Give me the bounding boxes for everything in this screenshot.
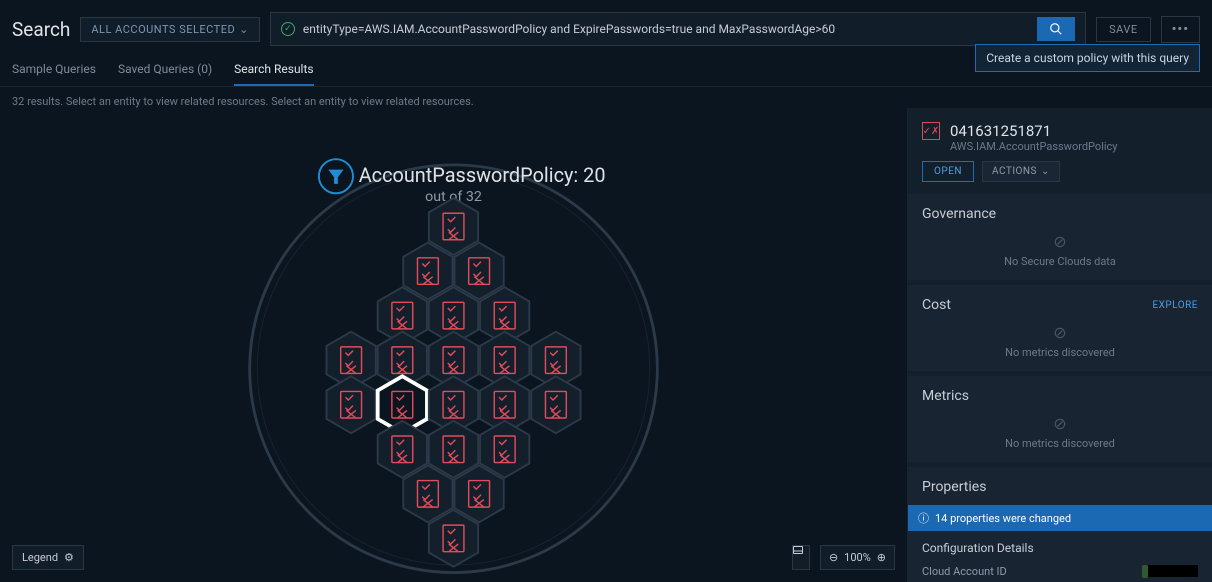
zoom-out-icon[interactable]: ⊖ bbox=[829, 551, 838, 564]
zoom-level: 100% bbox=[844, 551, 871, 564]
changes-banner: ⓘ 14 properties were changed bbox=[908, 505, 1212, 531]
banner-text: 14 properties were changed bbox=[935, 512, 1071, 525]
legend-label: Legend bbox=[22, 551, 58, 564]
legend-button[interactable]: Legend ⚙ bbox=[12, 545, 84, 570]
actions-label: ACTIONS bbox=[992, 166, 1037, 177]
config-section-label: Configuration Details bbox=[922, 541, 1198, 555]
metrics-panel: Metrics ⊘ No metrics discovered bbox=[908, 376, 1212, 462]
search-button[interactable] bbox=[1037, 17, 1075, 41]
tab-saved-queries[interactable]: Saved Queries (0) bbox=[118, 54, 212, 86]
tab-sample-queries[interactable]: Sample Queries bbox=[12, 54, 96, 86]
properties-title: Properties bbox=[922, 479, 1198, 495]
save-button[interactable]: SAVE bbox=[1096, 17, 1151, 42]
chevron-down-icon: ⌄ bbox=[239, 23, 249, 36]
governance-panel: Governance ⊘ No Secure Clouds data bbox=[908, 194, 1212, 280]
cost-empty: No metrics discovered bbox=[922, 346, 1198, 359]
more-button[interactable]: ••• bbox=[1161, 16, 1200, 43]
properties-panel: Properties ⓘ 14 properties were changed … bbox=[908, 467, 1212, 582]
detail-panel: ✓✗ 041631251871 AWS.IAM.AccountPasswordP… bbox=[907, 108, 1212, 582]
metrics-title: Metrics bbox=[922, 388, 1198, 404]
page-title: Search bbox=[12, 18, 70, 41]
empty-icon: ⊘ bbox=[922, 323, 1198, 342]
metrics-empty: No metrics discovered bbox=[922, 437, 1198, 450]
zoom-in-icon[interactable]: ⊕ bbox=[877, 551, 886, 564]
governance-empty: No Secure Clouds data bbox=[922, 255, 1198, 268]
cost-title: Cost bbox=[922, 297, 951, 313]
results-hint: 32 results. Select an entity to view rel… bbox=[0, 87, 1212, 108]
account-selector-label: ALL ACCOUNTS SELECTED bbox=[91, 23, 235, 36]
property-row: Cloud Account ID bbox=[922, 563, 1198, 579]
actions-button[interactable]: ACTIONS ⌄ bbox=[982, 161, 1060, 182]
open-button[interactable]: OPEN bbox=[922, 161, 974, 182]
svg-text:AccountPasswordPolicy: 20: AccountPasswordPolicy: 20 bbox=[359, 164, 606, 187]
cost-panel: Cost EXPLORE ⊘ No metrics discovered bbox=[908, 285, 1212, 371]
entity-icon: ✓✗ bbox=[922, 122, 940, 140]
empty-icon: ⊘ bbox=[922, 414, 1198, 433]
query-input-container: ✓ bbox=[270, 12, 1086, 46]
layout-button[interactable] bbox=[792, 545, 810, 570]
tooltip: Create a custom policy with this query bbox=[975, 44, 1200, 72]
account-selector[interactable]: ALL ACCOUNTS SELECTED ⌄ bbox=[80, 17, 260, 42]
graph-canvas[interactable]: AccountPasswordPolicy: 20out of 32 Legen… bbox=[0, 108, 907, 582]
property-key: Cloud Account ID bbox=[922, 565, 1007, 578]
governance-title: Governance bbox=[922, 206, 1198, 222]
chevron-down-icon: ⌄ bbox=[1041, 166, 1050, 177]
settings-icon: ⚙ bbox=[64, 551, 74, 564]
check-icon: ✓ bbox=[281, 22, 295, 36]
tab-search-results[interactable]: Search Results bbox=[234, 54, 313, 86]
query-input[interactable] bbox=[303, 22, 1029, 36]
search-icon bbox=[1049, 22, 1063, 36]
property-value bbox=[1142, 565, 1198, 578]
empty-icon: ⊘ bbox=[922, 232, 1198, 251]
entity-type: AWS.IAM.AccountPasswordPolicy bbox=[950, 140, 1118, 153]
info-icon: ⓘ bbox=[918, 510, 929, 526]
grid-icon bbox=[792, 545, 804, 557]
entity-id: 041631251871 bbox=[950, 122, 1118, 140]
zoom-control[interactable]: ⊖ 100% ⊕ bbox=[820, 545, 895, 570]
explore-link[interactable]: EXPLORE bbox=[1152, 300, 1198, 311]
